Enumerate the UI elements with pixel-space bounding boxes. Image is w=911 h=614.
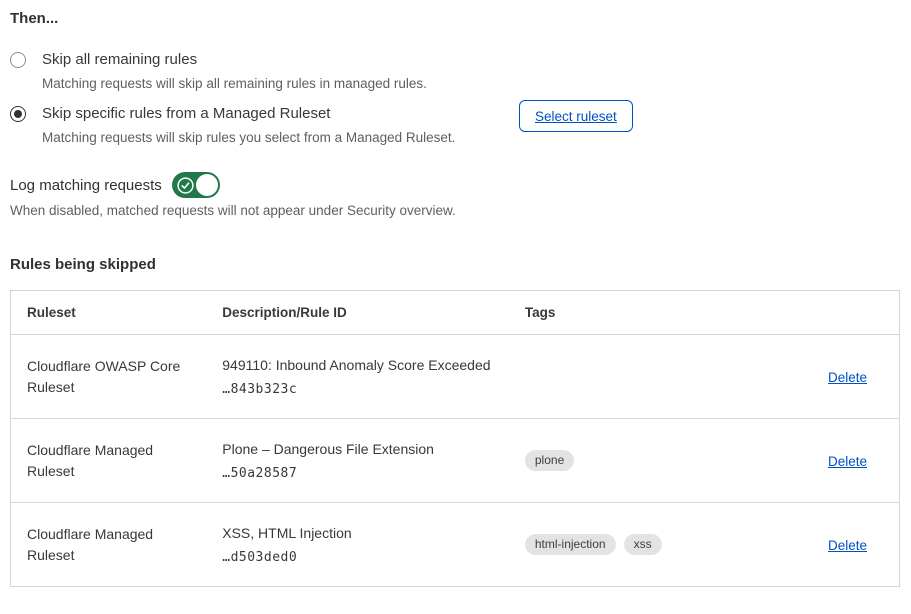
actions-cell: Delete [760, 335, 900, 419]
radio-skip-specific-icon[interactable] [10, 106, 26, 122]
column-header-ruleset: Ruleset [11, 291, 207, 335]
option-skip-specific-label: Skip specific rules from a Managed Rules… [42, 104, 455, 124]
option-skip-all-label: Skip all remaining rules [42, 50, 427, 70]
option-skip-all-text: Skip all remaining rules Matching reques… [42, 50, 427, 92]
column-header-actions [760, 291, 900, 335]
tag-badge: xss [624, 534, 662, 555]
log-matching-description: When disabled, matched requests will not… [10, 203, 456, 218]
ruleset-cell: Cloudflare Managed Ruleset [11, 503, 207, 587]
column-header-tags: Tags [509, 291, 760, 335]
description-cell: XSS, HTML Injection …d503ded0 [206, 503, 509, 587]
rule-id: …843b323c [222, 382, 509, 397]
option-skip-specific: Skip specific rules from a Managed Rules… [10, 104, 455, 146]
actions-cell: Delete [760, 503, 900, 587]
tag-badge: plone [525, 450, 574, 471]
ruleset-cell: Cloudflare OWASP Core Ruleset [11, 335, 207, 419]
rules-being-skipped-table: Ruleset Description/Rule ID Tags Cloudfl… [10, 290, 900, 587]
option-skip-specific-description: Matching requests will skip rules you se… [42, 129, 455, 146]
rules-table-title: Rules being skipped [10, 256, 156, 273]
description-cell: 949110: Inbound Anomaly Score Exceeded …8… [206, 335, 509, 419]
rule-id: …d503ded0 [222, 550, 509, 565]
table-row: Cloudflare Managed Ruleset XSS, HTML Inje… [11, 503, 900, 587]
table-row: Cloudflare OWASP Core Ruleset 949110: Inb… [11, 335, 900, 419]
tags-cell: plone [509, 419, 760, 503]
tags-list: plone [525, 450, 760, 471]
delete-link[interactable]: Delete [828, 454, 867, 469]
rule-description: 949110: Inbound Anomaly Score Exceeded [222, 356, 509, 374]
tags-list: html-injection xss [525, 534, 760, 555]
table-header-row: Ruleset Description/Rule ID Tags [11, 291, 900, 335]
toggle-knob [196, 174, 218, 196]
rules-table-body: Cloudflare OWASP Core Ruleset 949110: Inb… [11, 335, 900, 587]
tags-cell [509, 335, 760, 419]
ruleset-name: Cloudflare Managed Ruleset [27, 524, 189, 566]
ruleset-cell: Cloudflare Managed Ruleset [11, 419, 207, 503]
rule-id: …50a28587 [222, 466, 509, 481]
check-circle-icon [177, 177, 194, 194]
waf-rule-form: Then... Skip all remaining rules Matchin… [0, 0, 911, 614]
tags-cell: html-injection xss [509, 503, 760, 587]
ruleset-name: Cloudflare OWASP Core Ruleset [27, 356, 189, 398]
rule-description: XSS, HTML Injection [222, 524, 509, 542]
option-skip-all: Skip all remaining rules Matching reques… [10, 50, 427, 92]
select-ruleset-button[interactable]: Select ruleset [519, 100, 633, 132]
column-header-description: Description/Rule ID [206, 291, 509, 335]
delete-link[interactable]: Delete [828, 370, 867, 385]
tag-badge: html-injection [525, 534, 616, 555]
log-matching-toggle[interactable] [172, 172, 220, 198]
then-heading: Then... [10, 10, 58, 27]
description-cell: Plone – Dangerous File Extension …50a2858… [206, 419, 509, 503]
ruleset-name: Cloudflare Managed Ruleset [27, 440, 189, 482]
table-row: Cloudflare Managed Ruleset Plone – Danger… [11, 419, 900, 503]
actions-cell: Delete [760, 419, 900, 503]
rule-description: Plone – Dangerous File Extension [222, 440, 509, 458]
log-matching-row: Log matching requests [10, 172, 220, 198]
option-skip-specific-text: Skip specific rules from a Managed Rules… [42, 104, 455, 146]
radio-skip-all-icon[interactable] [10, 52, 26, 68]
option-skip-all-description: Matching requests will skip all remainin… [42, 75, 427, 92]
delete-link[interactable]: Delete [828, 538, 867, 553]
log-matching-label: Log matching requests [10, 177, 162, 194]
